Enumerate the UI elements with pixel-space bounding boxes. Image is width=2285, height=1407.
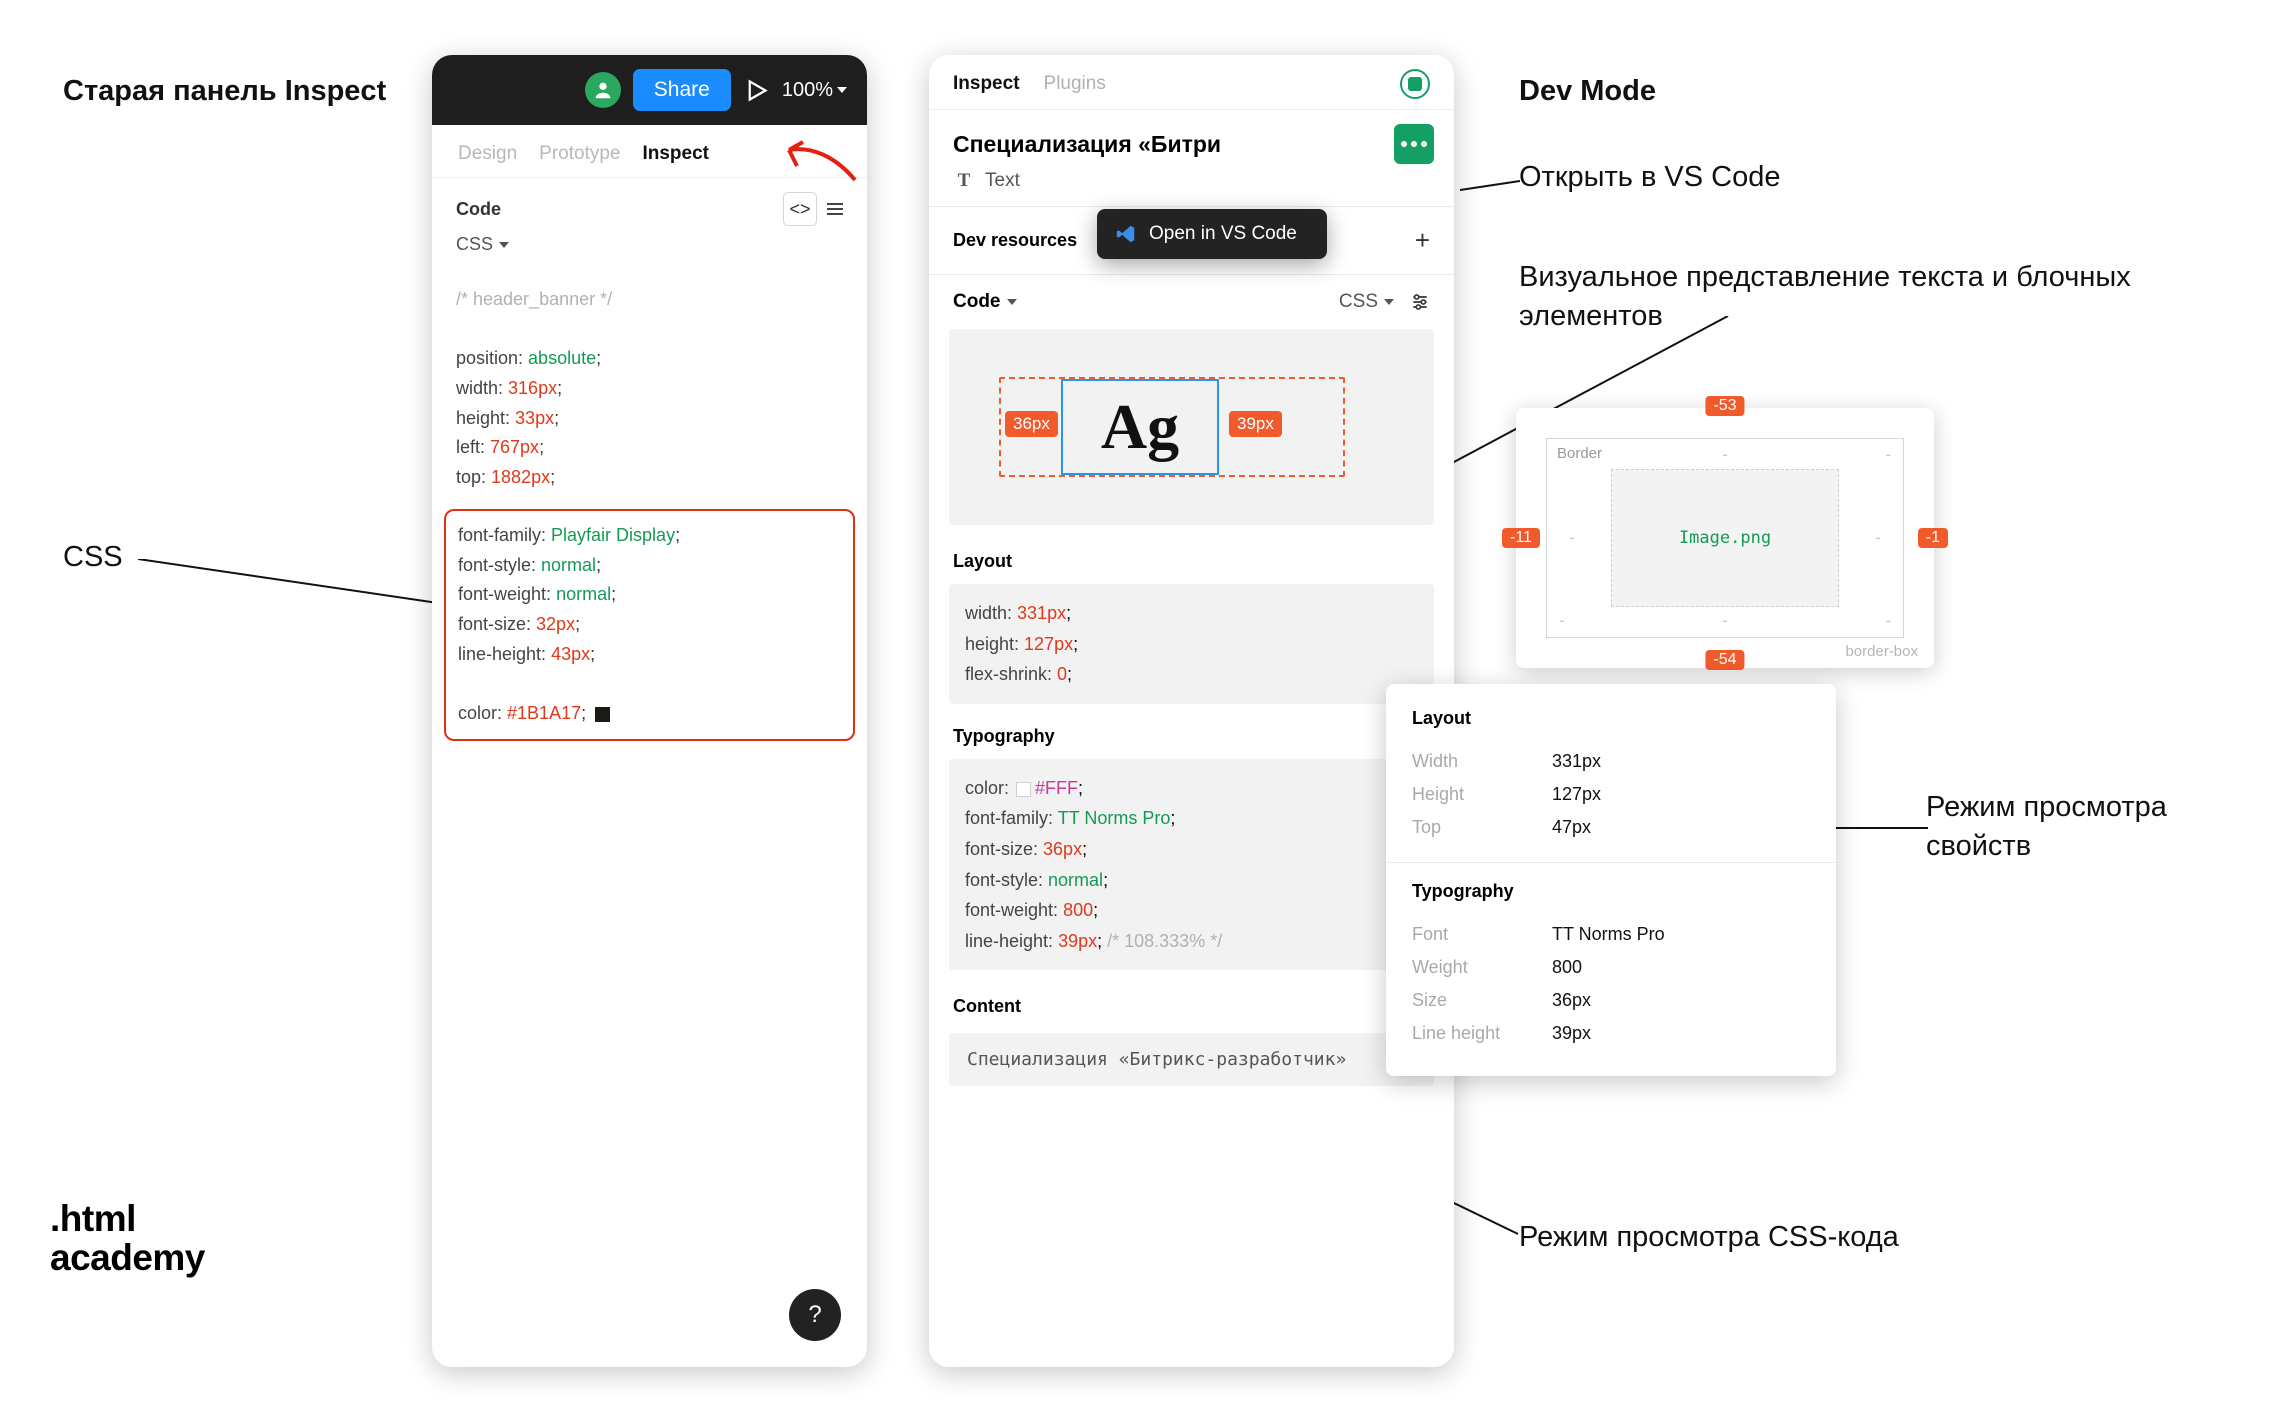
border-label: Border bbox=[1557, 445, 1602, 462]
old-toolbar: Share 100% bbox=[432, 55, 867, 125]
old-inspect-panel: Share 100% Design Prototype Inspect Code… bbox=[432, 55, 867, 1367]
open-in-vscode-menuitem[interactable]: Open in VS Code bbox=[1097, 209, 1327, 259]
code-view-toggle[interactable]: <> bbox=[783, 192, 817, 226]
language-select[interactable]: CSS bbox=[456, 234, 843, 255]
layout-heading: Layout bbox=[1412, 708, 1810, 729]
code-output: /* header_banner */ position: absolute; … bbox=[432, 269, 867, 509]
color-swatch bbox=[1016, 782, 1031, 797]
label-devmode: Dev Mode bbox=[1519, 72, 1656, 111]
label-css: CSS bbox=[63, 538, 123, 577]
label-old-panel: Старая панель Inspect bbox=[63, 72, 386, 111]
content-title: Content bbox=[953, 996, 1430, 1017]
share-button[interactable]: Share bbox=[633, 69, 731, 111]
right-spacing-tag: 39px bbox=[1229, 411, 1282, 437]
layout-title: Layout bbox=[953, 551, 1430, 572]
tab-plugins[interactable]: Plugins bbox=[1044, 73, 1106, 95]
content-value-box: Специализация «Битрикс-разработчик» bbox=[949, 1033, 1434, 1086]
help-button[interactable]: ? bbox=[789, 1289, 841, 1341]
box-sizing-label: border-box bbox=[1845, 643, 1918, 660]
dev-resources-title: Dev resources bbox=[953, 230, 1077, 251]
prop-row: Weight800 bbox=[1412, 951, 1810, 984]
node-type-row: T Text bbox=[929, 170, 1454, 206]
label-props-mode: Режим просмотра свойств bbox=[1926, 788, 2216, 866]
typography-title: Typography bbox=[953, 726, 1430, 747]
htmlacademy-logo: .html academy bbox=[50, 1200, 205, 1278]
tab-inspect-dev[interactable]: Inspect bbox=[953, 73, 1020, 95]
label-css-mode: Режим просмотра CSS-кода bbox=[1519, 1218, 1999, 1257]
chevron-down-icon bbox=[1384, 299, 1394, 305]
code-language-select[interactable]: CSS bbox=[1339, 291, 1394, 313]
selection-header: Специализация «Битри bbox=[929, 110, 1454, 170]
prop-row: Size36px bbox=[1412, 984, 1810, 1017]
tab-prototype[interactable]: Prototype bbox=[539, 143, 620, 165]
chevron-down-icon bbox=[1007, 299, 1017, 305]
box-model-card: Border - - - - - - - Image.png border-bo… bbox=[1516, 408, 1934, 668]
code-mode-select[interactable]: Code bbox=[953, 291, 1017, 313]
chevron-down-icon bbox=[837, 87, 847, 93]
avatar[interactable] bbox=[585, 72, 621, 108]
code-title: Code bbox=[456, 199, 501, 220]
label-visual-repr: Визуальное представление текста и блочны… bbox=[1519, 258, 2139, 336]
image-preview-name: Image.png bbox=[1611, 469, 1839, 607]
present-button[interactable] bbox=[743, 77, 770, 104]
code-section-header: Code <> CSS bbox=[432, 178, 867, 269]
list-view-icon[interactable] bbox=[827, 203, 843, 215]
hand-arrow-icon bbox=[783, 136, 859, 186]
typography-heading: Typography bbox=[1412, 881, 1810, 902]
offset-left-tag: -11 bbox=[1502, 528, 1540, 548]
text-bounding-box: Ag bbox=[1061, 379, 1219, 475]
offset-right-tag: -1 bbox=[1918, 528, 1948, 548]
connector-line bbox=[138, 559, 438, 619]
label-open-vscode: Открыть в VS Code bbox=[1519, 158, 1780, 197]
properties-card: Layout Width331px Height127px Top47px Ty… bbox=[1386, 684, 1836, 1076]
prop-row: Width331px bbox=[1412, 745, 1810, 778]
node-type-label: Text bbox=[985, 170, 1020, 192]
prop-row: Line height39px bbox=[1412, 1017, 1810, 1050]
zoom-control[interactable]: 100% bbox=[782, 79, 847, 102]
tab-inspect[interactable]: Inspect bbox=[642, 143, 709, 165]
layout-css-block: width: 331px; height: 127px; flex-shrink… bbox=[949, 584, 1434, 704]
dimensions-preview: Ag 36px 39px bbox=[949, 329, 1434, 525]
color-swatch bbox=[595, 707, 610, 722]
connector-line bbox=[1460, 178, 1520, 196]
typography-css-block: color: #FFF; font-family: TT Norms Pro; … bbox=[949, 759, 1434, 971]
vscode-icon bbox=[1115, 223, 1137, 245]
prop-row: Top47px bbox=[1412, 811, 1810, 844]
offset-bottom-tag: -54 bbox=[1705, 650, 1744, 670]
connector-line bbox=[1834, 822, 1928, 834]
settings-sliders-icon[interactable] bbox=[1410, 292, 1430, 312]
selection-name: Специализация «Битри bbox=[953, 131, 1221, 158]
chevron-down-icon bbox=[499, 242, 509, 248]
more-menu-button[interactable] bbox=[1394, 124, 1434, 164]
offset-top-tag: -53 bbox=[1705, 396, 1744, 416]
devmode-tabs: Inspect Plugins bbox=[929, 55, 1454, 110]
text-type-icon: T bbox=[953, 170, 975, 192]
highlighted-code-region: font-family: Playfair Display; font-styl… bbox=[444, 509, 855, 741]
prop-row: Height127px bbox=[1412, 778, 1810, 811]
tab-design[interactable]: Design bbox=[458, 143, 517, 165]
add-resource-button[interactable]: + bbox=[1415, 225, 1430, 256]
code-section-header-dev: Code CSS bbox=[929, 275, 1454, 325]
devmode-toggle[interactable] bbox=[1400, 69, 1430, 99]
left-spacing-tag: 36px bbox=[1005, 411, 1058, 437]
prop-row: FontTT Norms Pro bbox=[1412, 918, 1810, 951]
